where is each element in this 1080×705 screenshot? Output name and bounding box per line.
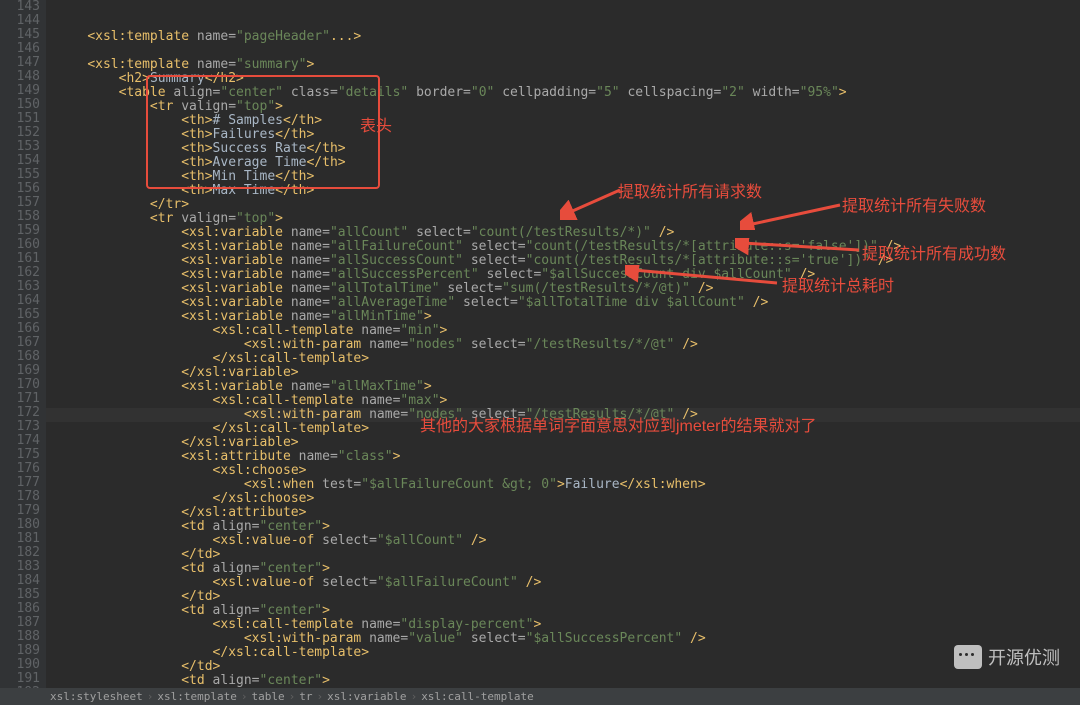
code-editor[interactable]: 1431441451461471481491501511521531541551…	[0, 0, 1080, 688]
breadcrumb-item[interactable]: xsl:template	[157, 688, 236, 705]
breadcrumb-item[interactable]: xsl:variable	[327, 688, 406, 705]
breadcrumb-item[interactable]: xsl:call-template	[421, 688, 534, 705]
watermark: 开源优测	[954, 644, 1060, 670]
watermark-text: 开源优测	[988, 644, 1060, 670]
chat-icon	[954, 645, 982, 669]
breadcrumb-item[interactable]: tr	[299, 688, 312, 705]
line-number-gutter: 1431441451461471481491501511521531541551…	[0, 0, 46, 688]
breadcrumb-item[interactable]: xsl:stylesheet	[50, 688, 143, 705]
breadcrumb-item[interactable]: table	[251, 688, 284, 705]
code-area[interactable]: <xsl:template name="pageHeader"...> <xsl…	[46, 0, 1080, 688]
breadcrumb-bar[interactable]: xsl:stylesheet›xsl:template›table›tr›xsl…	[0, 688, 1080, 705]
